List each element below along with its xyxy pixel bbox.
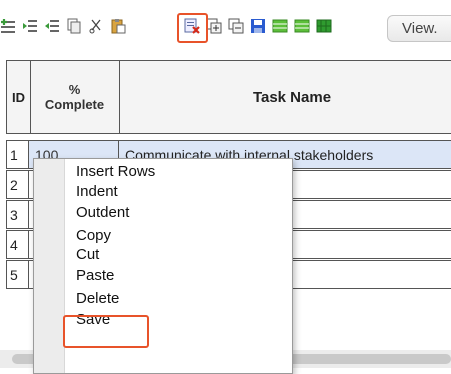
menu-item-paste[interactable]: Paste [76,266,114,285]
menu-item-delete[interactable]: Delete [76,289,119,308]
indent-icon[interactable] [22,18,38,34]
delete-icon-highlight [177,13,208,43]
row-id-cell: 3 [6,200,29,229]
percent-complete-column-header[interactable]: % Complete [30,61,120,133]
chart-view-icon[interactable] [316,18,332,34]
paste-icon[interactable] [110,18,126,34]
context-menu-gutter [34,159,65,373]
row-id-cell: 4 [6,230,29,259]
menu-item-insert-rows[interactable]: Insert Rows [76,162,155,181]
collapse-icon[interactable] [228,18,244,34]
view-button[interactable]: View. [387,15,451,42]
grid-header: ID % Complete Task Name [6,60,451,134]
insert-row-icon[interactable] [0,18,16,34]
id-column-header[interactable]: ID [7,61,31,133]
outdent-icon[interactable] [44,18,60,34]
grid-view-icon[interactable] [272,18,288,34]
task-name-column-header[interactable]: Task Name [119,61,451,133]
menu-item-indent[interactable]: Indent [76,182,118,201]
menu-item-outdent[interactable]: Outdent [76,203,129,222]
percent-symbol: % [68,82,81,97]
row-id-cell: 1 [6,140,29,169]
row-id-cell: 2 [6,170,29,199]
gantt-view-icon[interactable] [294,18,310,34]
cut-icon[interactable] [88,18,104,34]
menu-item-copy[interactable]: Copy [76,226,111,245]
copy-icon[interactable] [66,18,82,34]
toolbar: View. [0,0,451,52]
save-icon[interactable] [250,18,266,34]
delete-menu-highlight [63,315,149,348]
expand-icon[interactable] [206,18,222,34]
row-id-cell: 5 [6,260,29,289]
menu-item-cut[interactable]: Cut [76,245,99,264]
complete-label: Complete [44,97,105,112]
